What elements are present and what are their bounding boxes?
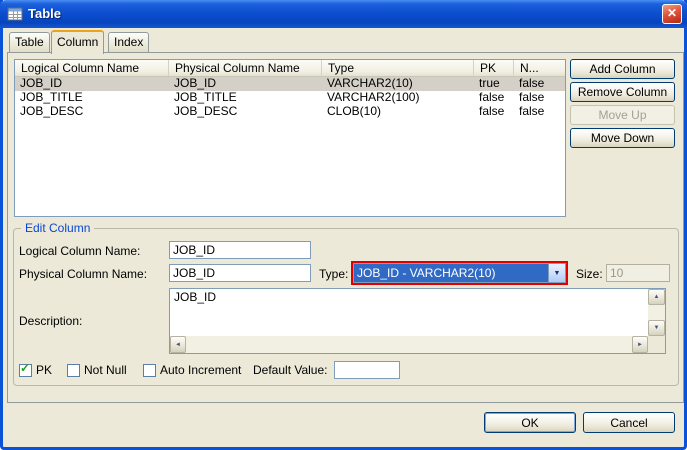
- move-up-button[interactable]: Move Up: [570, 105, 675, 125]
- titlebar[interactable]: Table ✕: [0, 0, 687, 28]
- edit-column-group: Edit Column Logical Column Name: Physica…: [13, 228, 679, 386]
- scroll-right-button[interactable]: ►: [632, 336, 648, 353]
- scroll-right-icon: ►: [637, 342, 643, 348]
- close-icon: ✕: [667, 6, 677, 20]
- scroll-up-button[interactable]: ▲: [648, 289, 665, 305]
- cell-pk: false: [474, 105, 514, 119]
- cell-not-null: false: [514, 105, 566, 119]
- cell-physical: JOB_ID: [169, 77, 322, 91]
- cell-not-null: false: [514, 91, 566, 105]
- physical-column-name-input[interactable]: [169, 264, 311, 282]
- type-label: Type:: [319, 265, 348, 283]
- table-row[interactable]: JOB_DESC JOB_DESC CLOB(10) false false: [15, 105, 565, 119]
- not-null-label: Not Null: [84, 361, 127, 379]
- type-combobox-dropdown-button[interactable]: ▼: [548, 264, 565, 282]
- column-list: Logical Column Name Physical Column Name…: [14, 59, 566, 217]
- description-vertical-scrollbar[interactable]: ▲ ▼: [648, 289, 665, 336]
- table-window-icon: [7, 6, 23, 22]
- cell-pk: false: [474, 91, 514, 105]
- logical-column-name-input[interactable]: [169, 241, 311, 259]
- cancel-button[interactable]: Cancel: [583, 412, 675, 433]
- not-null-checkbox[interactable]: [67, 364, 80, 377]
- auto-increment-checkbox[interactable]: [143, 364, 156, 377]
- header-not-null[interactable]: N...: [514, 60, 566, 76]
- cell-type: CLOB(10): [322, 105, 474, 119]
- pk-checkbox[interactable]: ✓: [19, 364, 32, 377]
- table-row[interactable]: JOB_TITLE JOB_TITLE VARCHAR2(100) false …: [15, 91, 565, 105]
- checkmark-icon: ✓: [20, 361, 30, 375]
- table-row[interactable]: JOB_ID JOB_ID VARCHAR2(10) true false: [15, 77, 565, 91]
- cell-logical: JOB_DESC: [15, 105, 169, 119]
- add-column-button[interactable]: Add Column: [570, 59, 675, 79]
- logical-column-name-label: Logical Column Name:: [19, 242, 140, 260]
- cell-not-null: false: [514, 77, 566, 91]
- pk-label: PK: [36, 361, 52, 379]
- type-combobox-value: JOB_ID - VARCHAR2(10): [354, 264, 548, 282]
- description-field[interactable]: JOB_ID ▲ ▼ ◄ ►: [169, 288, 666, 354]
- ok-button[interactable]: OK: [484, 412, 576, 433]
- cell-physical: JOB_TITLE: [169, 91, 322, 105]
- header-pk[interactable]: PK: [474, 60, 514, 76]
- type-combo-highlight: JOB_ID - VARCHAR2(10) ▼: [351, 261, 568, 285]
- auto-increment-label: Auto Increment: [160, 361, 241, 379]
- window-title: Table: [28, 0, 61, 27]
- scrollbar-corner: [648, 336, 665, 353]
- cell-logical: JOB_ID: [15, 77, 169, 91]
- scroll-up-icon: ▲: [654, 294, 660, 300]
- cell-type: VARCHAR2(10): [322, 77, 474, 91]
- header-logical-column-name[interactable]: Logical Column Name: [15, 60, 169, 76]
- close-button[interactable]: ✕: [662, 4, 682, 24]
- header-physical-column-name[interactable]: Physical Column Name: [169, 60, 322, 76]
- scroll-left-icon: ◄: [175, 342, 181, 348]
- chevron-down-icon: ▼: [554, 270, 561, 277]
- default-value-input[interactable]: [334, 361, 400, 379]
- size-input: [606, 264, 670, 282]
- remove-column-button[interactable]: Remove Column: [570, 82, 675, 102]
- edit-column-legend: Edit Column: [21, 221, 94, 235]
- scroll-down-icon: ▼: [654, 325, 660, 331]
- description-label: Description:: [19, 312, 82, 330]
- cell-type: VARCHAR2(100): [322, 91, 474, 105]
- cell-physical: JOB_DESC: [169, 105, 322, 119]
- default-value-label: Default Value:: [253, 361, 328, 379]
- description-text[interactable]: JOB_ID: [170, 289, 648, 336]
- tab-index[interactable]: Index: [108, 32, 149, 52]
- scroll-down-button[interactable]: ▼: [648, 320, 665, 336]
- type-combobox[interactable]: JOB_ID - VARCHAR2(10) ▼: [353, 263, 566, 283]
- scroll-left-button[interactable]: ◄: [170, 336, 186, 353]
- tab-column[interactable]: Column: [51, 30, 104, 54]
- table-dialog: Table ✕ Table Column Index Logical Colum…: [0, 0, 687, 450]
- header-type[interactable]: Type: [322, 60, 474, 76]
- move-down-button[interactable]: Move Down: [570, 128, 675, 148]
- size-label: Size:: [576, 265, 603, 283]
- description-horizontal-scrollbar[interactable]: ◄ ►: [170, 336, 648, 353]
- cell-pk: true: [474, 77, 514, 91]
- cell-logical: JOB_TITLE: [15, 91, 169, 105]
- physical-column-name-label: Physical Column Name:: [19, 265, 147, 283]
- column-list-header: Logical Column Name Physical Column Name…: [15, 60, 565, 77]
- tab-table[interactable]: Table: [9, 32, 50, 52]
